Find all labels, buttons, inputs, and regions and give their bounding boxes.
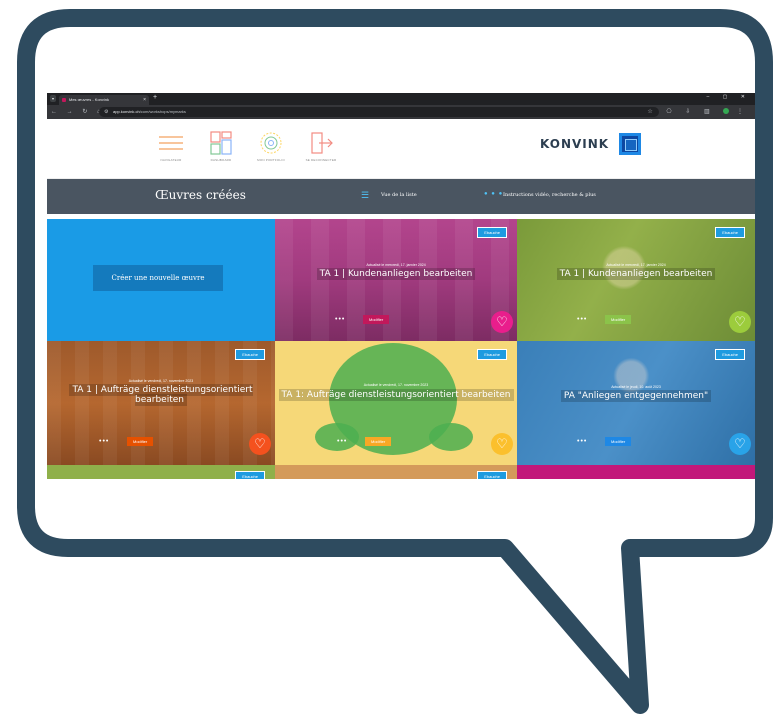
url-path: /com/workshops/mymarks xyxy=(139,109,186,114)
work-card[interactable]: Ebauche xyxy=(47,465,275,479)
updated-date: Actualisé le jeudi, 10. août 2023 xyxy=(611,385,661,389)
updated-date: Actualisé le mercredi, 17. janvier 2024 xyxy=(606,263,666,267)
app-header: NAVIGATEUR DASHBOARD MON PORTFOLIO SE DE… xyxy=(47,119,755,179)
profile-avatar[interactable] xyxy=(723,108,730,115)
list-view-icon[interactable]: ☰ xyxy=(361,190,369,201)
status-badge: Ebauche xyxy=(235,471,265,479)
status-badge: Ebauche xyxy=(235,349,265,360)
updated-date: Actualisé le vendredi, 17. novembre 2023 xyxy=(128,379,194,383)
logout-door-icon xyxy=(307,131,335,155)
heart-icon[interactable]: ♡ xyxy=(729,433,751,455)
list-view-link[interactable]: Vue de la liste xyxy=(381,192,417,198)
konvink-logo-icon xyxy=(619,133,641,155)
page-toolbar: Œuvres créées ☰ Vue de la liste ● ● ● In… xyxy=(47,179,755,214)
konvink-logo-text: KONVINK xyxy=(540,137,610,151)
window-controls[interactable]: – ▢ ✕ xyxy=(707,94,751,100)
modify-button[interactable]: Modifier xyxy=(605,437,632,446)
nav-dashboard[interactable]: DASHBOARD xyxy=(201,131,241,162)
heart-icon[interactable]: ♡ xyxy=(729,311,751,333)
nav-buttons[interactable]: ← → ↻ ⌂ xyxy=(51,108,105,115)
more-options-icon[interactable]: ••• xyxy=(577,438,587,445)
more-dots-icon[interactable]: ● ● ● xyxy=(484,191,503,197)
page-title: Œuvres créées xyxy=(155,188,246,202)
dashboard-grid-icon xyxy=(207,131,235,155)
nav-label: NAVIGATEUR xyxy=(160,158,182,162)
work-card[interactable]: Ebauche Actualisé le jeudi, 10. août 202… xyxy=(517,341,755,465)
new-tab-icon[interactable]: + xyxy=(153,94,157,101)
create-new-work-button[interactable]: Créer une nouvelle œuvre xyxy=(93,265,223,291)
heart-icon[interactable]: ♡ xyxy=(491,433,513,455)
heart-icon[interactable]: ♡ xyxy=(249,433,271,455)
more-options-icon[interactable]: ••• xyxy=(337,438,347,445)
updated-date: Actualisé le mercredi, 17. janvier 2024 xyxy=(366,263,426,267)
modify-button[interactable]: Modifier xyxy=(363,315,390,324)
status-badge: Ebauche xyxy=(477,349,507,360)
work-card[interactable] xyxy=(517,465,755,479)
work-card[interactable]: Ebauche Actualisé le vendredi, 17. novem… xyxy=(275,341,517,465)
nav-logout[interactable]: SE DECONNECTER xyxy=(301,131,341,162)
browser-tab[interactable]: Mes œuvres - Konvink × xyxy=(59,95,149,105)
create-card: Créer une nouvelle œuvre xyxy=(47,219,275,341)
status-badge: Ebauche xyxy=(477,227,507,238)
more-options-icon[interactable]: ••• xyxy=(335,316,345,323)
card-title: PA "Anliegen entgegennehmen" xyxy=(517,390,755,402)
konvink-favicon-icon xyxy=(62,98,66,102)
modify-button[interactable]: Modifier xyxy=(605,315,632,324)
updated-date: Actualisé le vendredi, 17. novembre 2023 xyxy=(363,383,429,387)
menu-lines-icon xyxy=(157,131,185,155)
url-host: app.konvink.ch xyxy=(113,109,140,114)
status-badge: Ebauche xyxy=(715,349,745,360)
modify-button[interactable]: Modifier xyxy=(365,437,392,446)
modify-button[interactable]: Modifier xyxy=(127,437,154,446)
browser-tab-bar: ▾ Mes œuvres - Konvink × + – ▢ ✕ xyxy=(47,93,755,105)
nav-label: DASHBOARD xyxy=(210,158,232,162)
status-badge: Ebauche xyxy=(477,471,507,479)
status-badge: Ebauche xyxy=(715,227,745,238)
site-info-icon[interactable]: ⚙ xyxy=(104,107,108,117)
nav-portfolio[interactable]: MON PORTFOLIO xyxy=(251,131,291,162)
card-title: TA 1 | Kundenanliegen bearbeiten xyxy=(275,268,517,280)
work-card[interactable]: Ebauche Actualisé le vendredi, 17. novem… xyxy=(47,341,275,465)
works-grid: Créer une nouvelle œuvre Ebauche Actuali… xyxy=(47,219,755,479)
tab-title: Mes œuvres - Konvink xyxy=(69,97,110,102)
card-title: TA 1: Aufträge dienstleistungsorientiert… xyxy=(275,389,517,401)
more-options-icon[interactable]: ••• xyxy=(99,438,109,445)
portfolio-circle-icon xyxy=(257,131,285,155)
browser-toolbar: ← → ↻ ⌂ ⚙ app.konvink.ch/com/workshops/m… xyxy=(47,105,755,119)
toolbar-icons[interactable]: ☆ ⎔ ⇩ ▥ ⋮ xyxy=(647,108,749,115)
card-title: TA 1 | Aufträge dienstleistungsorientier… xyxy=(47,384,275,406)
browser-screenshot: ▾ Mes œuvres - Konvink × + – ▢ ✕ ← → ↻ ⌂… xyxy=(47,93,755,479)
work-card[interactable]: Ebauche Actualisé le mercredi, 17. janvi… xyxy=(517,219,755,341)
nav-navigateur[interactable]: NAVIGATEUR xyxy=(151,131,191,162)
tab-search-icon[interactable]: ▾ xyxy=(50,95,56,102)
instructions-link[interactable]: Instructions vidéo, recherche & plus xyxy=(503,192,596,198)
work-card[interactable]: Ebauche Actualisé le mercredi, 17. janvi… xyxy=(275,219,517,341)
nav-label: MON PORTFOLIO xyxy=(257,158,285,162)
address-bar[interactable]: ⚙ app.konvink.ch/com/workshops/mymarks xyxy=(99,107,659,117)
nav-label: SE DECONNECTER xyxy=(305,158,337,162)
work-card[interactable]: Ebauche xyxy=(275,465,517,479)
card-title: TA 1 | Kundenanliegen bearbeiten xyxy=(517,268,755,280)
more-options-icon[interactable]: ••• xyxy=(577,316,587,323)
heart-icon[interactable]: ♡ xyxy=(491,311,513,333)
close-tab-icon[interactable]: × xyxy=(143,95,146,105)
